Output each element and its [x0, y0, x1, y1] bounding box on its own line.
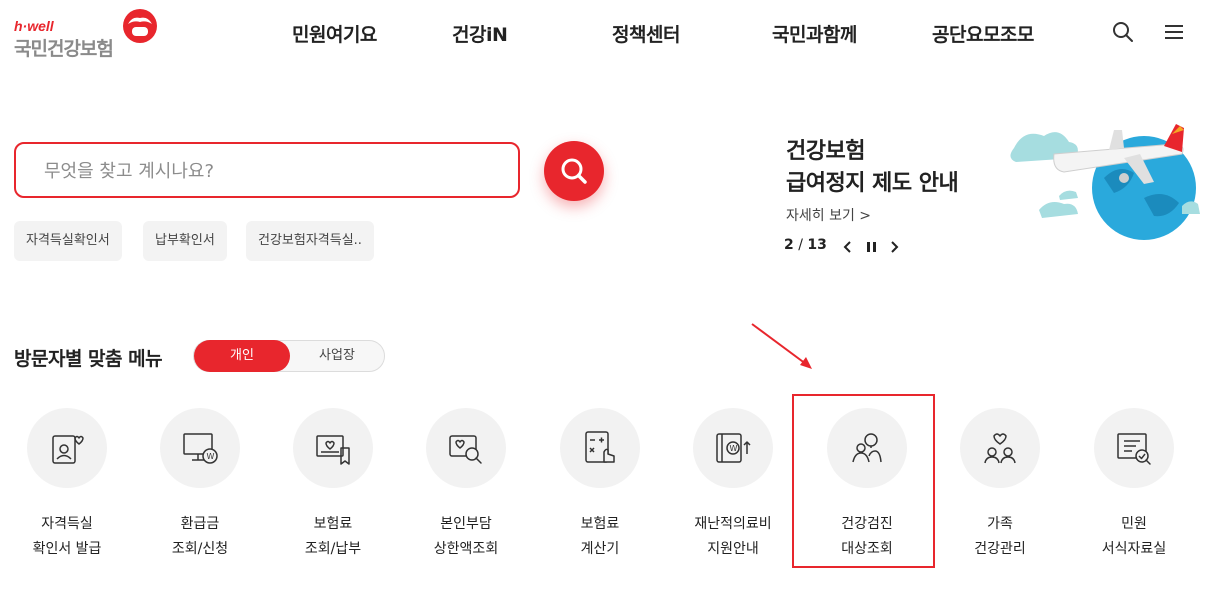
menu-label: 본인부담 상한액조회	[433, 516, 499, 557]
menu-item-catastrophic[interactable]: W 재난적의료비 지원안내	[666, 408, 800, 568]
menu-icon-circle	[293, 408, 373, 488]
menu-item-forms[interactable]: 민원 서식자료실	[1067, 408, 1201, 568]
banner-detail-link[interactable]: 자세히 보기 >	[786, 205, 871, 225]
id-card-heart-icon	[52, 435, 84, 464]
nav-item-together[interactable]: 국민과함께	[772, 20, 857, 47]
bill-heart-icon	[316, 435, 350, 465]
menu-item-refund[interactable]: W 환급금 조회/신청	[133, 408, 267, 568]
banner-controls	[843, 241, 899, 253]
menu-icon-circle: W	[693, 408, 773, 488]
nav-item-health-in[interactable]: 건강iN	[452, 20, 508, 47]
quick-chip-payment[interactable]: 납부확인서	[143, 221, 227, 261]
banner-current-page: 2	[784, 237, 794, 253]
menu-item-calculator[interactable]: 보험료 계산기	[533, 408, 667, 568]
prev-arrow-icon[interactable]	[843, 241, 851, 253]
search-box	[14, 142, 520, 198]
menu-label: 재난적의료비 지원안내	[694, 516, 772, 557]
menu-icon[interactable]	[1162, 20, 1186, 44]
menu-item-premium[interactable]: 보험료 조회/납부	[266, 408, 400, 568]
menu-icon-circle	[960, 408, 1040, 488]
airplane-globe-illustration	[1010, 124, 1200, 240]
banner-title-line2: 급여정지 제도 안내	[786, 171, 959, 196]
menu-item-qualification[interactable]: 자격득실 확인서 발급	[0, 408, 134, 568]
quick-chip-insurance-qualification[interactable]: 건강보험자격득실..	[246, 221, 374, 261]
logo-tagline: h·well	[14, 18, 54, 34]
card-search-icon	[449, 435, 482, 464]
banner-pagination: 2 / 13	[784, 237, 827, 253]
search-button-icon	[561, 158, 587, 184]
menu-icon-circle	[1094, 408, 1174, 488]
family-heart-icon	[984, 433, 1016, 464]
svg-text:W: W	[730, 444, 738, 453]
banner-title-line1: 건강보험	[786, 139, 865, 164]
arrow-annotation-icon	[751, 323, 812, 369]
toggle-business[interactable]: 사업장	[290, 341, 384, 371]
nav-item-civil[interactable]: 민원여기요	[292, 20, 377, 47]
next-arrow-icon[interactable]	[891, 241, 899, 253]
search-icon[interactable]	[1111, 20, 1135, 44]
pause-icon[interactable]	[867, 242, 876, 252]
menu-label: 자격득실 확인서 발급	[32, 516, 102, 557]
menu-item-family-health[interactable]: 가족 건강관리	[933, 408, 1067, 568]
logo-name: 국민건강보험	[14, 38, 114, 60]
logo-mark-icon	[123, 9, 157, 43]
menu-label: 환급금 조회/신청	[171, 516, 229, 557]
banner-total-pages: 13	[807, 237, 827, 253]
persona-toggle: 개인 사업장	[193, 340, 385, 372]
logo[interactable]: h·well 국민건강보험	[14, 8, 164, 60]
menu-icon-circle	[560, 408, 640, 488]
menu-icon-circle	[426, 408, 506, 488]
monitor-won-icon: W	[183, 433, 218, 464]
persona-menu-title: 방문자별 맞춤 메뉴	[14, 348, 163, 370]
search-input[interactable]	[42, 144, 486, 198]
menu-icon-circle: W	[160, 408, 240, 488]
book-won-icon: W	[716, 433, 751, 463]
menu-label: 가족 건강관리	[974, 516, 1026, 557]
quick-chip-qualification[interactable]: 자격득실확인서	[14, 221, 122, 261]
highlight-annotation-box	[792, 394, 935, 568]
nav-item-policy[interactable]: 정책센터	[612, 20, 680, 47]
toggle-personal[interactable]: 개인	[194, 340, 290, 372]
menu-label: 민원 서식자료실	[1101, 516, 1167, 557]
nav-item-about[interactable]: 공단요모조모	[932, 20, 1034, 47]
document-check-icon	[1117, 433, 1151, 465]
menu-icon-circle	[27, 408, 107, 488]
menu-label: 보험료 계산기	[580, 516, 620, 557]
banner-page-separator: /	[798, 237, 803, 253]
calculator-hand-icon	[585, 431, 615, 463]
banner-title[interactable]: 건강보험 급여정지 제도 안내	[786, 136, 959, 200]
svg-text:W: W	[207, 452, 215, 461]
menu-item-copay-limit[interactable]: 본인부담 상한액조회	[399, 408, 533, 568]
search-button[interactable]	[544, 141, 604, 201]
menu-label: 보험료 조회/납부	[304, 516, 362, 557]
